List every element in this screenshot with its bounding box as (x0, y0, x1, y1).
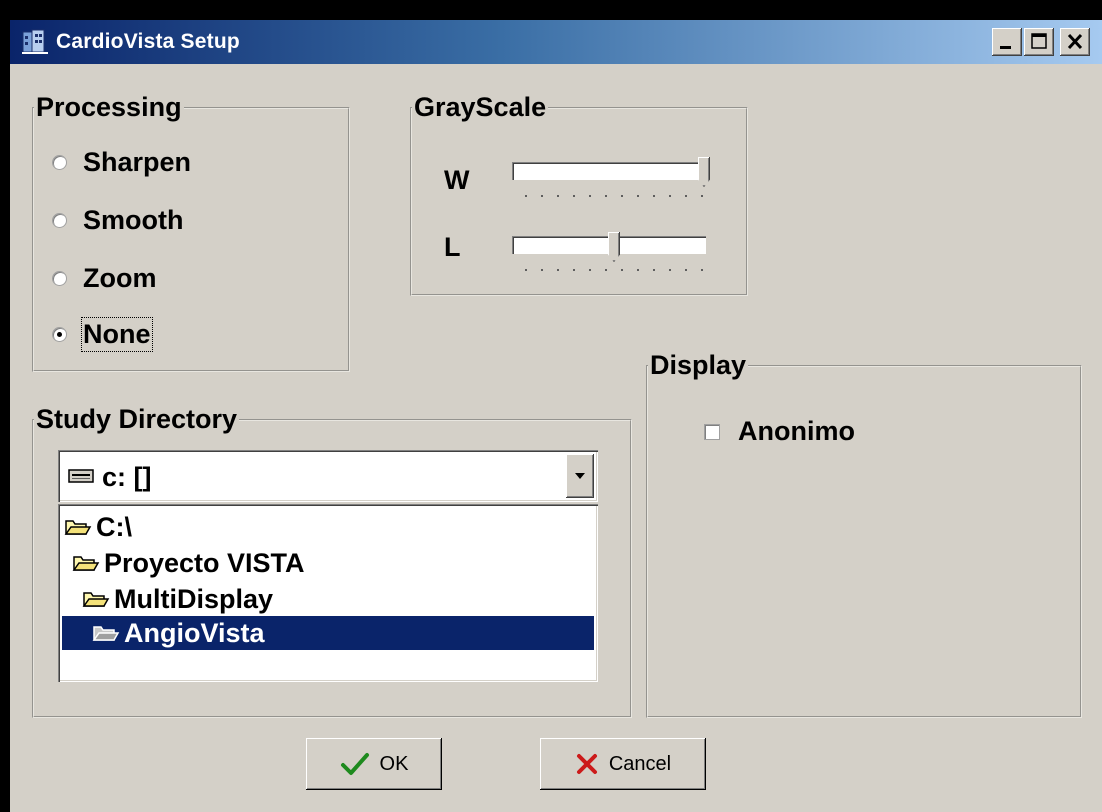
folder-name: MultiDisplay (114, 583, 274, 614)
slider-l-ticks (518, 268, 710, 272)
maximize-button[interactable] (1024, 28, 1054, 56)
radio-label: Zoom (83, 262, 157, 293)
cancel-button[interactable]: Cancel (540, 738, 706, 790)
display-legend: Display (650, 350, 747, 380)
open-folder-icon (92, 626, 120, 641)
processing-legend: Processing (36, 92, 182, 122)
grayscale-legend: GrayScale (414, 92, 547, 122)
radio-button[interactable] (52, 270, 67, 286)
drive-icon (68, 469, 94, 483)
cancel-x-icon (576, 754, 597, 774)
anonimo-label: Anonimo (738, 416, 855, 446)
folder-item[interactable]: C:\ (64, 510, 132, 544)
title-bar[interactable]: CardioVista Setup (10, 20, 1102, 64)
setup-window: CardioVista Setup Processing Sharpen Smo… (10, 20, 1102, 812)
open-folder-icon (64, 520, 92, 535)
folder-name: AngioVista (124, 617, 265, 648)
ok-label: OK (379, 752, 409, 775)
maximize-icon (1031, 33, 1047, 49)
folder-item[interactable]: MultiDisplay (82, 582, 273, 616)
slider-w-label: W (444, 165, 470, 195)
cardiovista-app-icon (20, 28, 50, 56)
radio-none[interactable]: None (52, 314, 153, 354)
open-folder-icon (82, 592, 110, 607)
folder-item-selected[interactable]: AngioVista (92, 616, 265, 650)
folder-name: C:\ (96, 511, 132, 542)
display-group: Display (646, 350, 1082, 718)
radio-label: Smooth (83, 204, 184, 235)
checkmark-icon (340, 753, 369, 775)
window-title: CardioVista Setup (56, 30, 240, 53)
drive-value: c: [] (102, 462, 152, 492)
minimize-icon (1000, 46, 1011, 49)
radio-button[interactable] (52, 212, 67, 228)
slider-l-label: L (444, 232, 461, 262)
folder-item[interactable]: Proyecto VISTA (72, 546, 305, 580)
close-icon (1067, 33, 1083, 50)
minimize-button[interactable] (992, 28, 1022, 56)
radio-sharpen[interactable]: Sharpen (52, 142, 191, 182)
dropdown-button[interactable] (566, 454, 594, 498)
radio-zoom[interactable]: Zoom (52, 258, 157, 298)
radio-smooth[interactable]: Smooth (52, 200, 184, 240)
close-button[interactable] (1060, 28, 1090, 56)
ok-button[interactable]: OK (306, 738, 442, 790)
radio-label: None (81, 316, 153, 352)
folder-list[interactable]: C:\ Proyecto VISTA MultiDisplay AngioVis… (58, 504, 598, 682)
slider-w-ticks (518, 194, 710, 198)
anonimo-checkbox-row[interactable]: Anonimo (704, 416, 855, 447)
chevron-down-icon (575, 473, 585, 479)
folder-name: Proyecto VISTA (104, 547, 305, 578)
cancel-label: Cancel (608, 752, 672, 775)
drive-combobox[interactable]: c: [] (58, 450, 598, 502)
study-directory-legend: Study Directory (36, 404, 238, 434)
open-folder-icon (72, 556, 100, 571)
radio-label: Sharpen (83, 146, 192, 177)
anonimo-checkbox[interactable] (704, 423, 720, 440)
slider-w-track[interactable] (512, 162, 706, 180)
radio-button-checked[interactable] (52, 326, 67, 342)
radio-button[interactable] (52, 154, 67, 170)
